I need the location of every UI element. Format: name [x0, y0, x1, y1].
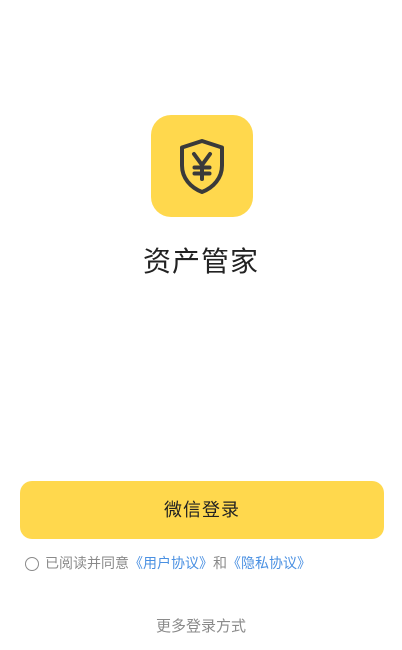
user-agreement-link[interactable]: 《用户协议》 [129, 555, 213, 573]
app-name: 资产管家 [142, 245, 259, 278]
wechat-login-button[interactable]: 微信登录 [20, 481, 384, 539]
privacy-policy-link[interactable]: 《隐私协议》 [227, 555, 311, 573]
agreement-connector: 和 [213, 556, 227, 572]
app-icon [151, 115, 253, 217]
more-login-options-link[interactable]: 更多登录方式 [0, 616, 402, 636]
agreement-row: 已阅读并同意 《用户协议》 和 《隐私协议》 [25, 555, 311, 573]
agreement-radio[interactable] [25, 557, 39, 571]
agreement-prefix: 已阅读并同意 [45, 556, 129, 572]
wechat-login-label: 微信登录 [164, 500, 240, 520]
shield-yen-icon [180, 139, 224, 194]
